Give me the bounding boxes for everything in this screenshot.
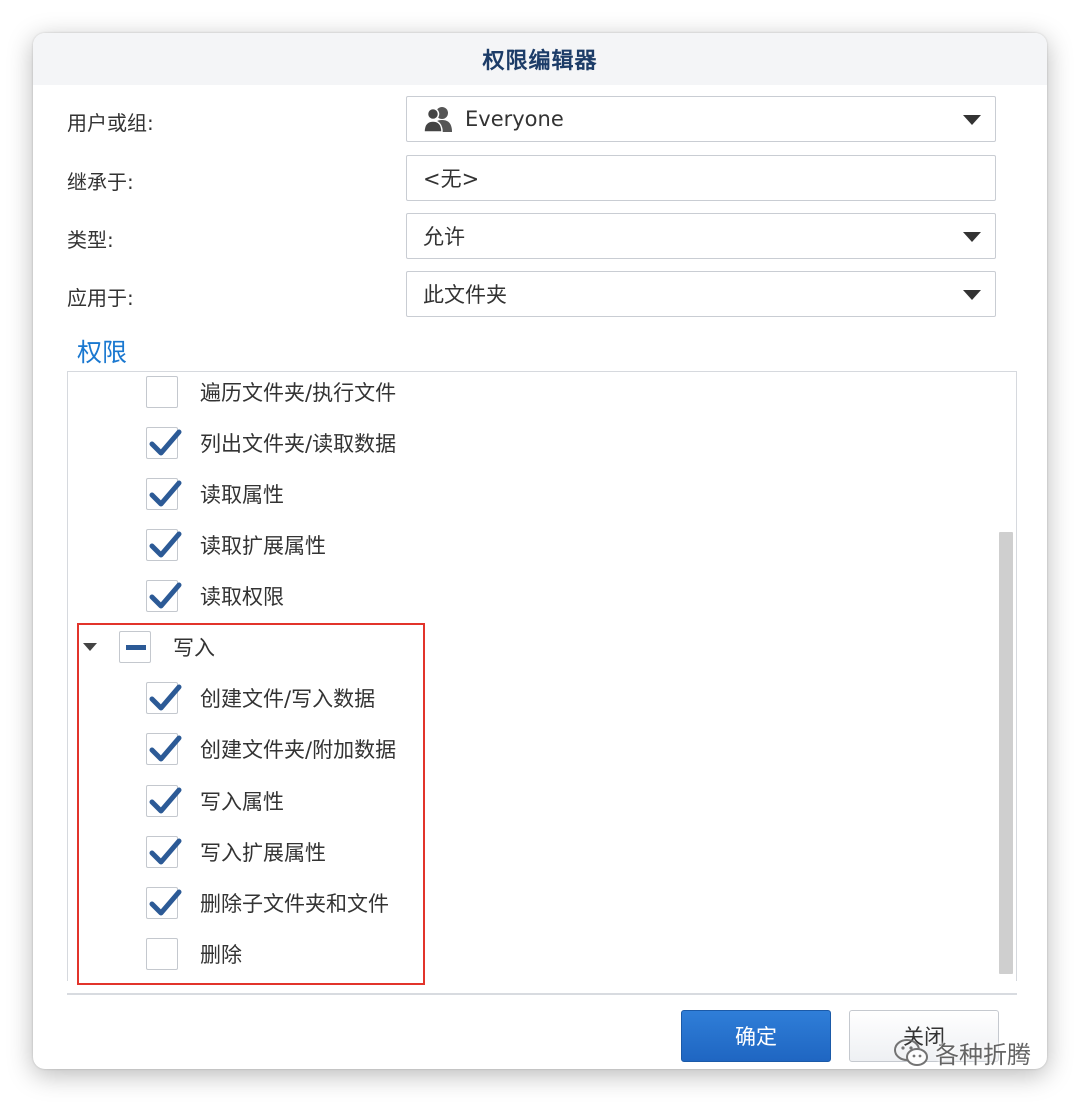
- scrollbar-thumb[interactable]: [999, 532, 1013, 974]
- permission-row[interactable]: 读取权限: [146, 578, 284, 614]
- permission-row[interactable]: 读取扩展属性: [146, 527, 326, 563]
- permission-checkbox[interactable]: [146, 478, 182, 510]
- permission-label: 读取属性: [200, 483, 284, 507]
- permission-checkbox[interactable]: [146, 376, 178, 408]
- permission-row[interactable]: 遍历文件夹/执行文件: [146, 374, 396, 410]
- inherit-from-value: <无>: [423, 167, 480, 191]
- user-or-group-label: 用户或组:: [67, 111, 154, 135]
- permission-label: 读取扩展属性: [200, 534, 326, 558]
- permission-label: 列出文件夹/读取数据: [200, 432, 397, 456]
- user-or-group-select[interactable]: Everyone: [406, 96, 996, 142]
- users-icon: [423, 107, 452, 133]
- chevron-down-icon: [963, 232, 981, 242]
- user-or-group-value: Everyone: [465, 107, 564, 131]
- permission-row[interactable]: 列出文件夹/读取数据: [146, 425, 396, 461]
- ok-button[interactable]: 确定: [681, 1010, 831, 1062]
- wechat-icon: [894, 1038, 928, 1066]
- type-select[interactable]: 允许: [406, 213, 996, 259]
- permission-checkbox[interactable]: [146, 580, 182, 612]
- apply-to-label: 应用于:: [67, 286, 134, 310]
- checkmark-icon: [149, 531, 182, 558]
- permission-label: 读取权限: [200, 585, 284, 609]
- type-label: 类型:: [67, 228, 114, 252]
- permission-row[interactable]: 读取属性: [146, 476, 284, 512]
- checkmark-icon: [149, 480, 182, 507]
- chevron-down-icon: [963, 115, 981, 125]
- checkmark-icon: [149, 582, 182, 609]
- permission-checkbox[interactable]: [146, 427, 182, 459]
- dialog-title: 权限编辑器: [482, 49, 598, 74]
- dialog-titlebar: 权限编辑器: [33, 33, 1047, 85]
- chevron-down-icon: [963, 290, 981, 300]
- apply-to-select[interactable]: 此文件夹: [406, 271, 996, 317]
- type-value: 允许: [423, 225, 465, 249]
- permissions-list-divider: [67, 993, 1017, 995]
- permission-checkbox[interactable]: [146, 529, 182, 561]
- watermark: 各种折腾: [893, 1035, 1031, 1070]
- permission-label: 遍历文件夹/执行文件: [200, 381, 397, 405]
- permission-editor-dialog: 权限编辑器 用户或组: Everyone 继承于: <无> 类型: 允许 应用于…: [33, 33, 1047, 1069]
- write-permissions-highlight: [77, 623, 425, 985]
- apply-to-value: 此文件夹: [423, 283, 507, 307]
- inherit-from-label: 继承于:: [67, 170, 134, 194]
- inherit-from-field: <无>: [406, 155, 996, 201]
- watermark-text: 各种折腾: [935, 1041, 1031, 1069]
- permissions-section-title: 权限: [77, 338, 128, 367]
- checkmark-icon: [149, 429, 182, 456]
